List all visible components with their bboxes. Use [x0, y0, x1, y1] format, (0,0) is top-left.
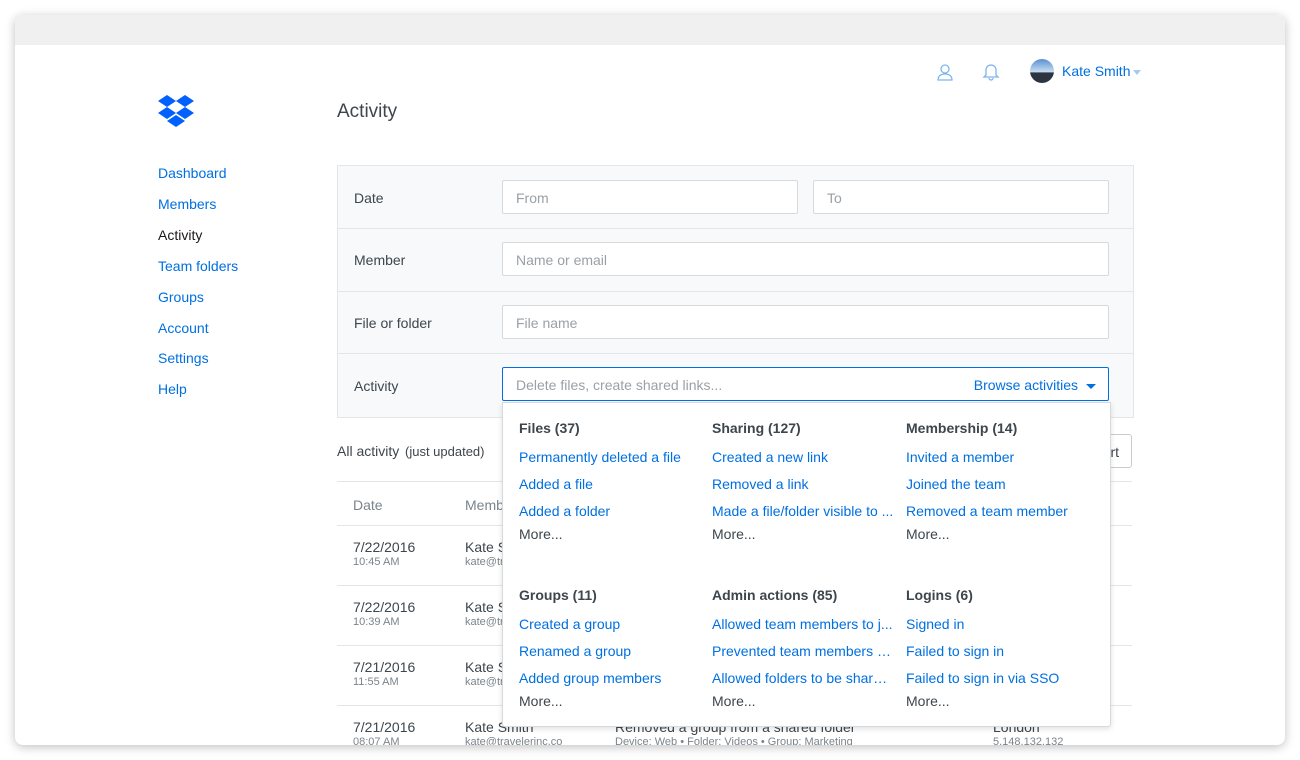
row-email: kate@travelerinc.co: [465, 736, 563, 745]
activity-option[interactable]: Created a group: [519, 616, 620, 632]
activity-category: Membership (14) Invited a member Joined th…: [906, 420, 1096, 560]
list-status: (just updated): [405, 444, 485, 459]
more-link[interactable]: More...: [519, 526, 563, 542]
category-title: Logins (6): [906, 587, 973, 603]
activity-option[interactable]: Allowed folders to be shared..: [712, 670, 894, 686]
sidebar-item-groups[interactable]: Groups: [158, 289, 204, 305]
activity-option[interactable]: Signed in: [906, 616, 964, 632]
activity-category: Groups (11) Created a group Renamed a grou…: [519, 587, 709, 727]
sidebar-item-members[interactable]: Members: [158, 196, 216, 212]
more-link[interactable]: More...: [906, 693, 950, 709]
date-to-input[interactable]: To: [813, 180, 1109, 214]
sidebar-item-dashboard[interactable]: Dashboard: [158, 165, 227, 181]
activity-option[interactable]: Failed to sign in: [906, 643, 1004, 659]
row-ip: 5.148.132.132: [993, 736, 1064, 745]
activity-option[interactable]: Removed a team member: [906, 503, 1068, 519]
activity-label: Activity: [354, 378, 399, 394]
sidebar-item-team-folders[interactable]: Team folders: [158, 258, 238, 274]
activity-input[interactable]: Delete files, create shared links... Bro…: [502, 367, 1109, 401]
user-name-menu[interactable]: Kate Smith: [1062, 63, 1130, 79]
chevron-down-icon[interactable]: [1133, 70, 1141, 75]
activity-option[interactable]: Added group members: [519, 670, 661, 686]
row-time: 10:45 AM: [353, 556, 400, 568]
activity-category: Sharing (127) Created a new link Removed a…: [712, 420, 902, 560]
sidebar-item-activity[interactable]: Activity: [158, 227, 202, 243]
activity-category: Files (37) Permanently deleted a file Adde…: [519, 420, 709, 560]
activity-option[interactable]: Added a file: [519, 476, 593, 492]
category-title: Files (37): [519, 420, 580, 436]
activity-placeholder: Delete files, create shared links...: [516, 377, 723, 393]
activity-option[interactable]: Created a new link: [712, 449, 828, 465]
row-time: 10:39 AM: [353, 616, 400, 628]
browse-activities-button[interactable]: Browse activities: [974, 377, 1096, 393]
avatar[interactable]: [1030, 59, 1054, 83]
sidebar-item-settings[interactable]: Settings: [158, 350, 209, 366]
date-from-input[interactable]: From: [502, 180, 798, 214]
column-header-date[interactable]: Date: [353, 497, 383, 513]
category-title: Membership (14): [906, 420, 1018, 436]
sidebar-item-help[interactable]: Help: [158, 381, 187, 397]
activity-option[interactable]: Joined the team: [906, 476, 1006, 492]
dropbox-logo-icon[interactable]: [158, 95, 194, 128]
browse-activities-label: Browse activities: [973, 377, 1078, 393]
category-title: Admin actions (85): [712, 587, 838, 603]
category-title: Sharing (127): [712, 420, 801, 436]
activity-category: Logins (6) Signed in Failed to sign in Fail…: [906, 587, 1096, 727]
activity-option[interactable]: Allowed team members to j...: [712, 616, 893, 632]
date-label: Date: [354, 190, 384, 206]
list-heading: All activity: [337, 443, 400, 459]
more-link[interactable]: More...: [712, 693, 756, 709]
row-date: 7/21/2016: [353, 719, 416, 735]
app-window: Kate Smith Dashboard Members Activity Te…: [15, 15, 1285, 745]
row-date: 7/21/2016: [353, 659, 416, 675]
member-input[interactable]: Name or email: [502, 242, 1109, 276]
activity-option[interactable]: Added a folder: [519, 503, 610, 519]
more-link[interactable]: More...: [906, 526, 950, 542]
caret-down-icon: [1086, 383, 1096, 389]
activity-option[interactable]: Invited a member: [906, 449, 1014, 465]
row-time: 11:55 AM: [353, 676, 399, 688]
activity-option[interactable]: Prevented team members fr...: [712, 643, 894, 659]
more-link[interactable]: More...: [519, 693, 563, 709]
activity-option[interactable]: Permanently deleted a file: [519, 449, 681, 465]
row-time: 08:07 AM: [353, 736, 400, 745]
file-folder-label: File or folder: [354, 315, 432, 331]
activity-category: Admin actions (85) Allowed team members t…: [712, 587, 902, 727]
member-label: Member: [354, 252, 406, 268]
row-date: 7/22/2016: [353, 539, 416, 555]
sidebar-item-account[interactable]: Account: [158, 320, 209, 336]
activity-option[interactable]: Made a file/folder visible to ...: [712, 503, 893, 519]
user-icon[interactable]: [936, 63, 954, 81]
activity-option[interactable]: Failed to sign in via SSO: [906, 670, 1059, 686]
activity-option[interactable]: Removed a link: [712, 476, 809, 492]
row-details: Device: Web • Folder: Videos • Group: Ma…: [615, 736, 853, 745]
window-title-bar: [15, 15, 1285, 45]
page-title: Activity: [337, 101, 398, 122]
category-title: Groups (11): [519, 587, 597, 603]
activity-option[interactable]: Renamed a group: [519, 643, 631, 659]
file-name-input[interactable]: File name: [502, 305, 1109, 339]
row-date: 7/22/2016: [353, 599, 416, 615]
browse-activities-dropdown: Files (37) Permanently deleted a file Adde…: [502, 402, 1111, 727]
more-link[interactable]: More...: [712, 526, 756, 542]
filter-panel: Date From To Member Name or email File o…: [337, 165, 1134, 418]
bell-icon[interactable]: [982, 62, 1000, 81]
